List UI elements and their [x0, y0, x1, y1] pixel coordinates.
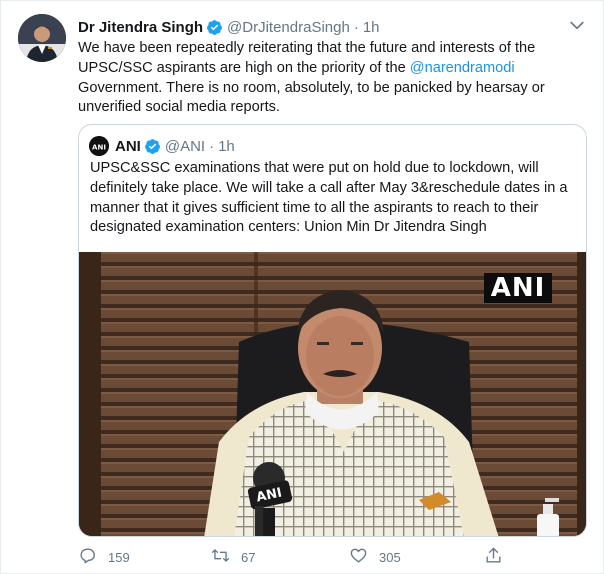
tweet-header: Dr Jitendra Singh @DrJitendraSingh · 1h	[78, 17, 380, 37]
quoted-tweet-text: UPSC&SSC examinations that were put on h…	[90, 160, 568, 236]
quoted-tweet-header: ANI ANI @ANI · 1h	[89, 136, 235, 156]
reply-icon	[78, 546, 97, 568]
quoted-author-avatar[interactable]: ANI	[89, 136, 109, 156]
retweet-button[interactable]: 67	[211, 545, 255, 569]
separator-dot: ·	[353, 18, 359, 36]
mention-link[interactable]: @narendramodi	[410, 60, 515, 76]
retweet-icon	[211, 546, 230, 568]
tweet-text: We have been repeatedly reiterating that…	[78, 39, 578, 118]
author-avatar-image	[18, 14, 66, 62]
share-icon	[484, 546, 503, 568]
author-avatar[interactable]	[18, 14, 66, 62]
reply-count: 159	[108, 549, 130, 565]
heart-icon	[349, 546, 368, 568]
svg-text:ANI: ANI	[92, 144, 106, 152]
tweet-text-part: Government. There is no room, absolutely…	[78, 79, 545, 116]
tweet-card[interactable]: Dr Jitendra Singh @DrJitendraSingh · 1h …	[0, 0, 604, 574]
tweet-actions: 159 67 305	[78, 545, 558, 569]
like-button[interactable]: 305	[349, 545, 401, 569]
quoted-tweet[interactable]: ANI ANI @ANI · 1h UPSC&SSC examinations …	[78, 124, 587, 537]
author-handle[interactable]: @DrJitendraSingh	[227, 19, 350, 36]
separator-dot: ·	[209, 137, 215, 155]
author-display-name[interactable]: Dr Jitendra Singh	[78, 19, 203, 36]
verified-badge-icon	[144, 138, 161, 155]
verified-badge-icon	[206, 19, 223, 36]
chevron-down-icon[interactable]	[567, 15, 587, 35]
retweet-count: 67	[241, 549, 256, 565]
quoted-tweet-timestamp[interactable]: 1h	[218, 138, 235, 155]
share-button[interactable]	[484, 545, 503, 569]
quoted-tweet-media[interactable]: ANI ANI	[79, 252, 586, 536]
quoted-author-display-name[interactable]: ANI	[115, 138, 141, 155]
reply-button[interactable]: 159	[78, 545, 130, 569]
media-watermark: ANI	[484, 273, 552, 303]
like-count: 305	[379, 549, 401, 565]
tweet-timestamp[interactable]: 1h	[363, 19, 380, 36]
quoted-author-handle[interactable]: @ANI	[165, 138, 205, 155]
